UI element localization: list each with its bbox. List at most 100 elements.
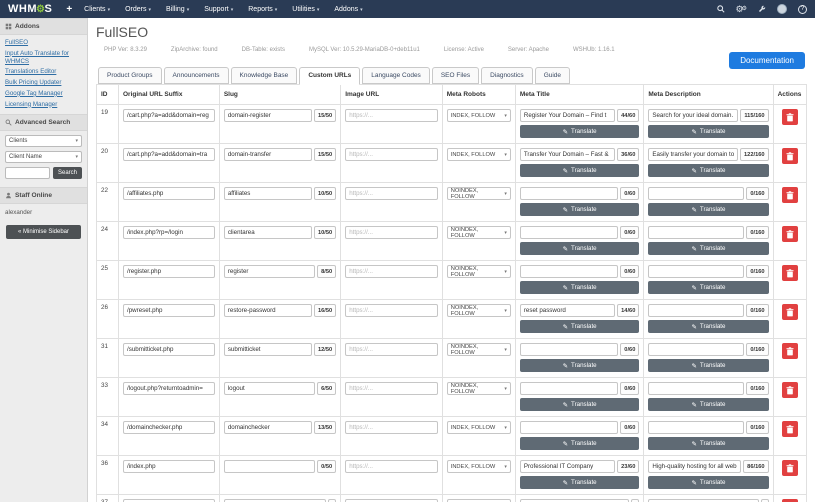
url-suffix-input[interactable] (123, 343, 215, 356)
meta-title-input[interactable] (520, 421, 618, 434)
translate-description-button[interactable]: ✎ Translate (648, 398, 768, 411)
meta-title-input[interactable] (520, 265, 618, 278)
url-suffix-input[interactable] (123, 421, 215, 434)
translate-description-button[interactable]: ✎ Translate (648, 125, 768, 138)
url-suffix-input[interactable] (123, 226, 215, 239)
delete-row-button[interactable] (782, 421, 798, 437)
sidebar-addon-link[interactable]: Translations Editor (5, 68, 82, 76)
menu-orders[interactable]: Orders▾ (125, 6, 151, 13)
user-avatar[interactable] (777, 4, 787, 14)
meta-description-input[interactable] (648, 187, 744, 200)
quick-add-button[interactable]: + (66, 4, 72, 15)
translate-title-button[interactable]: ✎ Translate (520, 476, 640, 489)
slug-input[interactable] (224, 343, 312, 356)
translate-description-button[interactable]: ✎ Translate (648, 437, 768, 450)
search-field-select[interactable]: Client Name ▾ (5, 151, 82, 163)
translate-description-button[interactable]: ✎ Translate (648, 320, 768, 333)
menu-billing[interactable]: Billing▾ (166, 6, 189, 13)
translate-description-button[interactable]: ✎ Translate (648, 359, 768, 372)
image-url-input[interactable] (345, 265, 438, 278)
slug-input[interactable] (224, 265, 315, 278)
meta-title-input[interactable] (520, 226, 618, 239)
image-url-input[interactable] (345, 382, 438, 395)
slug-input[interactable] (224, 304, 312, 317)
url-suffix-input[interactable] (123, 109, 215, 122)
image-url-input[interactable] (345, 460, 438, 473)
meta-description-input[interactable] (648, 460, 741, 473)
tab-language-codes[interactable]: Language Codes (362, 67, 430, 84)
meta-robots-select[interactable]: INDEX, FOLLOW ▾ (447, 421, 511, 434)
delete-row-button[interactable] (782, 343, 798, 359)
meta-robots-select[interactable]: NOINDEX, FOLLOW ▾ (447, 343, 511, 356)
image-url-input[interactable] (345, 109, 438, 122)
delete-row-button[interactable] (782, 382, 798, 398)
meta-robots-select[interactable]: NOINDEX, FOLLOW ▾ (447, 382, 511, 395)
url-suffix-input[interactable] (123, 460, 215, 473)
slug-input[interactable] (224, 382, 315, 395)
meta-description-input[interactable] (648, 109, 738, 122)
translate-title-button[interactable]: ✎ Translate (520, 320, 640, 333)
translate-title-button[interactable]: ✎ Translate (520, 437, 640, 450)
image-url-input[interactable] (345, 421, 438, 434)
sidebar-addon-link[interactable]: Google Tag Manager (5, 90, 82, 98)
image-url-input[interactable] (345, 343, 438, 356)
help-icon[interactable]: ? (798, 5, 807, 14)
meta-robots-select[interactable]: NOINDEX, FOLLOW ▾ (447, 187, 511, 200)
minimise-sidebar-button[interactable]: « Minimise Sidebar (6, 225, 81, 239)
tab-product-groups[interactable]: Product Groups (98, 67, 162, 84)
tab-knowledge-base[interactable]: Knowledge Base (231, 67, 298, 84)
meta-robots-select[interactable]: NOINDEX, FOLLOW ▾ (447, 226, 511, 239)
translate-title-button[interactable]: ✎ Translate (520, 164, 640, 177)
meta-description-input[interactable] (648, 148, 738, 161)
slug-input[interactable] (224, 187, 312, 200)
sidebar-addon-link[interactable]: FullSEO (5, 39, 82, 47)
meta-title-input[interactable] (520, 343, 618, 356)
delete-row-button[interactable] (782, 187, 798, 203)
menu-reports[interactable]: Reports▾ (248, 6, 277, 13)
sidebar-search-button[interactable]: Search (53, 167, 82, 179)
sidebar-addon-link[interactable]: Licensing Manager (5, 101, 82, 109)
image-url-input[interactable] (345, 148, 438, 161)
tab-custom-urls[interactable]: Custom URLs (299, 67, 360, 85)
image-url-input[interactable] (345, 226, 438, 239)
translate-description-button[interactable]: ✎ Translate (648, 281, 768, 294)
translate-title-button[interactable]: ✎ Translate (520, 281, 640, 294)
meta-description-input[interactable] (648, 382, 744, 395)
meta-description-input[interactable] (648, 226, 744, 239)
image-url-input[interactable] (345, 187, 438, 200)
delete-row-button[interactable] (782, 226, 798, 242)
menu-support[interactable]: Support▾ (204, 6, 233, 13)
slug-input[interactable] (224, 421, 312, 434)
delete-row-button[interactable] (782, 304, 798, 320)
meta-title-input[interactable] (520, 109, 615, 122)
meta-title-input[interactable] (520, 304, 615, 317)
meta-description-input[interactable] (648, 343, 744, 356)
translate-title-button[interactable]: ✎ Translate (520, 359, 640, 372)
delete-row-button[interactable] (782, 148, 798, 164)
meta-title-input[interactable] (520, 460, 615, 473)
translate-description-button[interactable]: ✎ Translate (648, 164, 768, 177)
meta-title-input[interactable] (520, 148, 615, 161)
translate-title-button[interactable]: ✎ Translate (520, 125, 640, 138)
meta-robots-select[interactable]: NOINDEX, FOLLOW ▾ (447, 265, 511, 278)
translate-title-button[interactable]: ✎ Translate (520, 203, 640, 216)
tab-seo-files[interactable]: SEO Files (432, 67, 479, 84)
meta-title-input[interactable] (520, 382, 618, 395)
translate-title-button[interactable]: ✎ Translate (520, 242, 640, 255)
url-suffix-input[interactable] (123, 187, 215, 200)
slug-input[interactable] (224, 226, 312, 239)
wrench-icon[interactable] (758, 5, 766, 13)
delete-row-button[interactable] (782, 109, 798, 125)
menu-addons[interactable]: Addons▾ (334, 6, 362, 13)
url-suffix-input[interactable] (123, 265, 215, 278)
translate-description-button[interactable]: ✎ Translate (648, 476, 768, 489)
meta-robots-select[interactable]: NOINDEX, FOLLOW ▾ (447, 304, 511, 317)
slug-input[interactable] (224, 109, 312, 122)
url-suffix-input[interactable] (123, 148, 215, 161)
tab-diagnostics[interactable]: Diagnostics (481, 67, 533, 84)
meta-robots-select[interactable]: INDEX, FOLLOW ▾ (447, 148, 511, 161)
translate-title-button[interactable]: ✎ Translate (520, 398, 640, 411)
url-suffix-input[interactable] (123, 304, 215, 317)
sidebar-addon-link[interactable]: Bulk Pricing Updater (5, 79, 82, 87)
meta-title-input[interactable] (520, 187, 618, 200)
